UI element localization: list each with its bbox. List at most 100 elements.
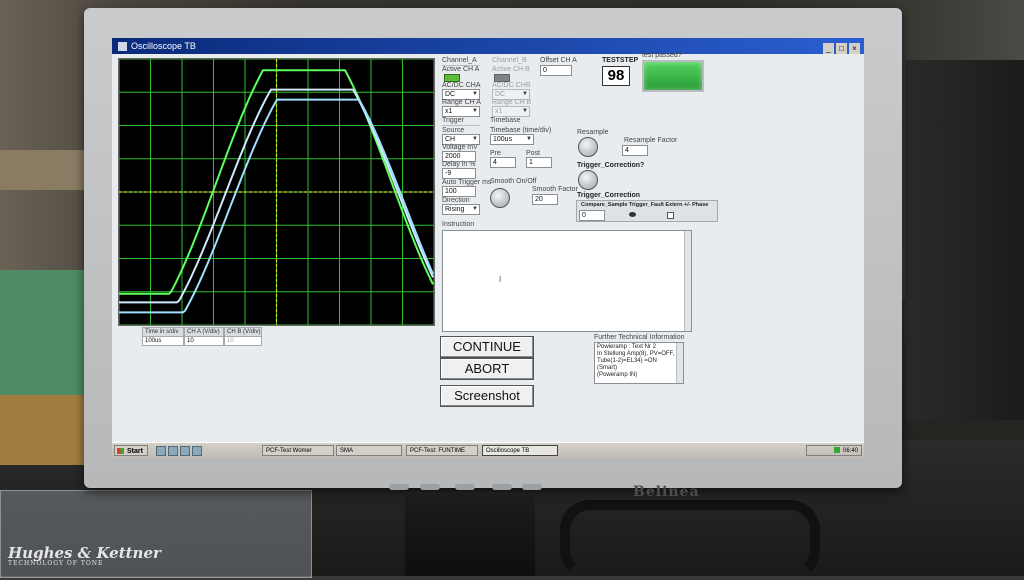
monitor-button[interactable] bbox=[522, 484, 542, 490]
post-label: Post bbox=[526, 150, 541, 157]
desktop-icon[interactable] bbox=[156, 446, 166, 456]
smooth-factor-input[interactable]: 20 bbox=[532, 194, 558, 205]
tech-info-textbox[interactable]: Powieramp : Text Nr 2 In Stellung Amp(8)… bbox=[594, 342, 684, 384]
channel-b-heading: Channel_B bbox=[492, 57, 527, 64]
trigger-voltage-label: Voltage mV bbox=[442, 144, 478, 151]
trigger-correction-columns: Compare_Sample Trigger_Fault Extern +/- … bbox=[581, 202, 709, 208]
instruction-textbox[interactable]: I bbox=[442, 230, 692, 332]
taskbar-item-active[interactable]: Oscilloscope TB bbox=[482, 445, 558, 456]
trigger-correction-knob[interactable] bbox=[578, 170, 598, 190]
smooth-factor-label: Smooth Factor bbox=[532, 186, 578, 193]
auto-trigger-input[interactable]: 100 bbox=[442, 186, 476, 197]
abort-button[interactable]: ABORT bbox=[440, 358, 534, 380]
monitor-button[interactable] bbox=[389, 484, 409, 490]
browser-icon[interactable] bbox=[180, 446, 190, 456]
trigger-fault-led bbox=[629, 212, 636, 217]
timebase-heading: Timebase bbox=[490, 117, 521, 124]
range-chb-label: Range CH B bbox=[492, 99, 532, 106]
trigger-correction-input[interactable]: 0 bbox=[579, 210, 605, 221]
offset-cha-label: Offset CH A bbox=[540, 57, 577, 64]
maximize-icon[interactable]: □ bbox=[836, 43, 847, 54]
monitor-stand bbox=[405, 492, 535, 576]
oscilloscope-display bbox=[118, 58, 435, 326]
trigger-correction-cluster: Compare_Sample Trigger_Fault Extern +/- … bbox=[576, 200, 718, 222]
scale-table-cell[interactable]: 100us bbox=[142, 336, 184, 346]
trigger-delay-input[interactable]: -9 bbox=[442, 168, 476, 179]
auto-trigger-label: Auto Trigger ms bbox=[442, 179, 492, 186]
active-ch-b-label: Active CH B bbox=[492, 66, 530, 73]
range-chb-value: x1 bbox=[495, 108, 503, 115]
tech-info-line: Powieramp : Text Nr 2 bbox=[597, 344, 656, 350]
trigger-heading: Trigger bbox=[442, 117, 464, 124]
dropdown-arrow-icon: ▼ bbox=[472, 91, 478, 97]
trigger-delay-label: Delay in % bbox=[442, 161, 476, 168]
dropdown-arrow-icon: ▼ bbox=[522, 91, 528, 97]
resample-factor-input[interactable]: 4 bbox=[622, 145, 648, 156]
range-cha-value: x1 bbox=[445, 108, 453, 115]
scale-table-cell[interactable]: 10 bbox=[224, 336, 262, 346]
window-controls: _ □ × bbox=[821, 40, 860, 56]
tech-info-line: In Stellung Amp(8), PV=OFF, bbox=[597, 351, 675, 357]
active-ch-a-label: Active CH A bbox=[442, 66, 480, 73]
dropdown-arrow-icon: ▼ bbox=[472, 136, 478, 142]
window-titlebar: Oscilloscope TB _ □ × bbox=[112, 38, 864, 54]
dropdown-arrow-icon: ▼ bbox=[522, 108, 528, 114]
tech-info-label: Further Technical Information bbox=[594, 334, 685, 341]
start-button[interactable]: Start bbox=[114, 445, 148, 456]
teststep-indicator: 98 bbox=[602, 66, 630, 86]
trigger-direction-value: Rising bbox=[445, 206, 465, 213]
acdc-cha-value: DC bbox=[445, 91, 456, 98]
active-ch-b-toggle[interactable] bbox=[494, 74, 510, 82]
range-chb-select[interactable]: x1 ▼ bbox=[492, 106, 530, 117]
timebase-label: Timebase (time/div) bbox=[490, 127, 552, 134]
trigger-correction-knob-label: Trigger_Correction? bbox=[577, 162, 645, 169]
scope-svg bbox=[118, 58, 435, 326]
taskbar-item[interactable]: PCF-Test: FUNTIME bbox=[406, 445, 478, 456]
clock: 06:40 bbox=[842, 448, 858, 454]
background-cabinet bbox=[905, 60, 1024, 420]
teststep-label: TESTSTEP bbox=[602, 57, 639, 64]
pre-label: Pre bbox=[490, 150, 501, 157]
cable bbox=[560, 500, 820, 580]
smooth-onoff-label: Smooth On/Off bbox=[490, 178, 537, 185]
continue-button[interactable]: CONTINUE bbox=[440, 336, 534, 358]
acdc-chb-label: AC/DC CHB bbox=[492, 82, 531, 89]
instruction-scrollbar[interactable] bbox=[684, 231, 691, 331]
pre-input[interactable]: 4 bbox=[490, 157, 516, 168]
post-input[interactable]: 1 bbox=[526, 157, 552, 168]
folder-icon[interactable] bbox=[192, 446, 202, 456]
screen: Oscilloscope TB _ □ × Time in s/div CH A (… bbox=[112, 38, 864, 458]
text-cursor-icon: I bbox=[499, 275, 502, 284]
active-ch-a-toggle[interactable] bbox=[444, 74, 460, 82]
trigger-correction-heading: Trigger_Correction bbox=[577, 192, 641, 199]
range-cha-select[interactable]: x1 ▼ bbox=[442, 106, 480, 117]
taskbar-item[interactable]: SMA bbox=[336, 445, 402, 456]
minimize-icon[interactable]: _ bbox=[823, 43, 834, 54]
scale-table-cell[interactable]: 10 bbox=[184, 336, 224, 346]
screenshot-button[interactable]: Screenshot bbox=[440, 385, 534, 407]
monitor-button[interactable] bbox=[492, 484, 512, 490]
instruction-label: Instruction bbox=[442, 221, 475, 228]
monitor-button[interactable] bbox=[420, 484, 440, 490]
resample-factor-label: Resample Factor bbox=[624, 137, 678, 144]
close-icon[interactable]: × bbox=[849, 43, 860, 54]
app-icon bbox=[118, 42, 127, 52]
system-tray: 06:40 bbox=[806, 445, 862, 456]
trigger-source-value: CH bbox=[445, 136, 456, 143]
dropdown-arrow-icon: ▼ bbox=[526, 136, 532, 142]
trigger-direction-select[interactable]: Rising ▼ bbox=[442, 204, 480, 215]
tech-info-scrollbar[interactable] bbox=[676, 343, 683, 383]
resample-knob[interactable] bbox=[578, 137, 598, 157]
test-passed-label: test passed? bbox=[642, 52, 682, 59]
monitor-button[interactable] bbox=[455, 484, 475, 490]
timebase-select[interactable]: 100us ▼ bbox=[490, 134, 534, 145]
dropdown-arrow-icon: ▼ bbox=[472, 206, 478, 212]
resample-label: Resample bbox=[577, 129, 609, 136]
offset-cha-input[interactable]: 0 bbox=[540, 65, 572, 76]
tech-info-line: (Smart) bbox=[597, 365, 617, 371]
taskbar-item[interactable]: PCF-Test Womer bbox=[262, 445, 334, 456]
smooth-onoff-knob[interactable] bbox=[490, 188, 510, 208]
explorer-icon[interactable] bbox=[168, 446, 178, 456]
extern-checkbox[interactable] bbox=[667, 212, 674, 219]
network-icon[interactable] bbox=[833, 447, 840, 454]
